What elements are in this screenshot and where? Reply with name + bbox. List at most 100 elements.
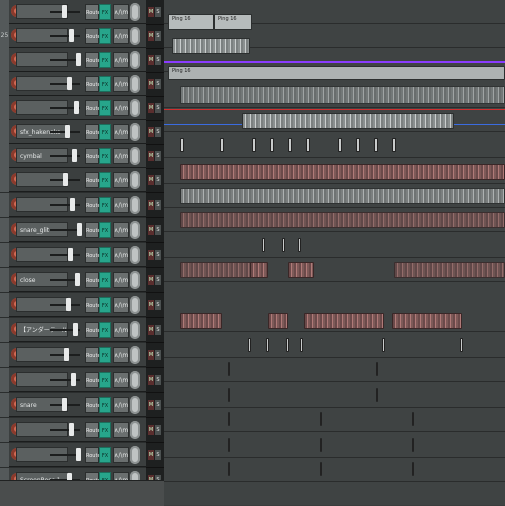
track-row[interactable]: Route FX ∧/\m	[0, 418, 146, 442]
hit[interactable]	[282, 238, 285, 252]
pan-knob[interactable]	[130, 27, 140, 45]
mute-button[interactable]: M	[148, 425, 154, 435]
track-row[interactable]: Route FX ∧/\m	[0, 48, 146, 72]
hit[interactable]	[376, 362, 378, 376]
pan-knob[interactable]	[130, 123, 140, 141]
mute-button[interactable]: M	[148, 7, 154, 17]
media-item-midi[interactable]	[180, 262, 260, 278]
solo-button[interactable]: S	[155, 200, 161, 210]
solo-button[interactable]: S	[155, 350, 161, 360]
envelope-button[interactable]: ∧/\m	[113, 4, 129, 20]
envelope-button[interactable]: ∧/\m	[113, 447, 129, 463]
route-button[interactable]: Route	[85, 52, 101, 68]
fx-button[interactable]: FX	[99, 52, 111, 68]
media-item-midi[interactable]	[180, 164, 505, 180]
pan-knob[interactable]	[130, 396, 140, 414]
volume-fader-track[interactable]	[50, 35, 80, 37]
track-row[interactable]: Route FX ∧/\m	[0, 96, 146, 120]
solo-button[interactable]: S	[155, 400, 161, 410]
volume-fader-knob[interactable]	[68, 248, 73, 261]
hit[interactable]	[320, 412, 322, 426]
media-item-midi[interactable]	[304, 313, 384, 329]
route-button[interactable]: Route	[85, 28, 101, 44]
solo-button[interactable]: S	[155, 55, 161, 65]
volume-fader-knob[interactable]	[72, 149, 77, 162]
media-item-midi[interactable]	[180, 188, 505, 204]
arrange-view[interactable]: Ping 16 Ping 16 Ping 16	[164, 0, 505, 505]
route-button[interactable]: Route	[85, 124, 101, 140]
mute-button[interactable]: M	[148, 250, 154, 260]
hit[interactable]	[298, 238, 301, 252]
solo-button[interactable]: S	[155, 225, 161, 235]
mute-button[interactable]: M	[148, 175, 154, 185]
route-button[interactable]: Route	[85, 272, 101, 288]
track-row[interactable]: snare Route FX ∧/\m	[0, 393, 146, 417]
route-button[interactable]: Route	[85, 4, 101, 20]
envelope-button[interactable]: ∧/\m	[113, 322, 129, 338]
hit[interactable]	[320, 462, 322, 476]
fx-button[interactable]: FX	[99, 28, 111, 44]
envelope-button[interactable]: ∧/\m	[113, 28, 129, 44]
volume-fader-knob[interactable]	[69, 423, 74, 436]
envelope-button[interactable]: ∧/\m	[113, 247, 129, 263]
fx-button[interactable]: FX	[99, 447, 111, 463]
media-item-midi[interactable]	[180, 313, 222, 329]
track-row[interactable]: Route FX ∧/\m	[0, 368, 146, 392]
media-item-midi[interactable]	[288, 262, 314, 278]
track-row[interactable]: Route FX ∧/\m	[0, 243, 146, 267]
solo-button[interactable]: S	[155, 450, 161, 460]
hit[interactable]	[228, 438, 230, 452]
envelope-button[interactable]: ∧/\m	[113, 297, 129, 313]
route-button[interactable]: Route	[85, 372, 101, 388]
route-button[interactable]: Route	[85, 422, 101, 438]
hit[interactable]	[382, 338, 385, 352]
route-button[interactable]: Route	[85, 222, 101, 238]
envelope-button[interactable]: ∧/\m	[113, 372, 129, 388]
solo-button[interactable]: S	[155, 300, 161, 310]
hit[interactable]	[392, 138, 396, 152]
media-item-midi[interactable]	[180, 212, 505, 228]
track-row[interactable]: Route FX ∧/\m	[0, 443, 146, 467]
solo-button[interactable]: S	[155, 250, 161, 260]
envelope-button[interactable]: ∧/\m	[113, 76, 129, 92]
envelope-button[interactable]: ∧/\m	[113, 197, 129, 213]
track-row[interactable]: 【アンダーテール】RouteFX∧/\m	[0, 318, 146, 342]
route-button[interactable]: Route	[85, 148, 101, 164]
fx-button[interactable]: FX	[99, 422, 111, 438]
volume-fader-knob[interactable]	[76, 448, 81, 461]
route-button[interactable]: Route	[85, 347, 101, 363]
hit[interactable]	[356, 138, 360, 152]
media-item-sfx[interactable]	[242, 113, 454, 129]
route-button[interactable]: Route	[85, 172, 101, 188]
mute-button[interactable]: M	[148, 325, 154, 335]
envelope-button[interactable]: ∧/\m	[113, 272, 129, 288]
hit[interactable]	[412, 412, 414, 426]
hit[interactable]	[412, 462, 414, 476]
envelope-button[interactable]: ∧/\m	[113, 148, 129, 164]
solo-button[interactable]: S	[155, 31, 161, 41]
hit[interactable]	[228, 362, 230, 376]
mute-button[interactable]: M	[148, 375, 154, 385]
fx-button[interactable]: FX	[99, 372, 111, 388]
volume-fader-knob[interactable]	[75, 273, 80, 286]
track-row[interactable]: Route FX ∧/\m	[0, 0, 146, 24]
track-row[interactable]: snare_glit Route FX ∧/\m	[0, 218, 146, 242]
pan-knob[interactable]	[130, 171, 140, 189]
fx-button[interactable]: FX	[99, 76, 111, 92]
hit[interactable]	[252, 138, 256, 152]
track-row[interactable]: Route FX ∧/\m	[0, 72, 146, 96]
pan-knob[interactable]	[130, 271, 140, 289]
envelope-button[interactable]: ∧/\m	[113, 124, 129, 140]
hit[interactable]	[180, 138, 184, 152]
volume-fader-knob[interactable]	[69, 29, 74, 42]
route-button[interactable]: Route	[85, 76, 101, 92]
mute-button[interactable]: M	[148, 225, 154, 235]
hit[interactable]	[262, 238, 265, 252]
pan-knob[interactable]	[130, 99, 140, 117]
volume-fader-track[interactable]	[50, 254, 80, 256]
track-row[interactable]: cymbal Route FX ∧/\m	[0, 144, 146, 168]
solo-button[interactable]: S	[155, 151, 161, 161]
pan-knob[interactable]	[130, 3, 140, 21]
hit[interactable]	[228, 462, 230, 476]
route-button[interactable]: Route	[85, 447, 101, 463]
